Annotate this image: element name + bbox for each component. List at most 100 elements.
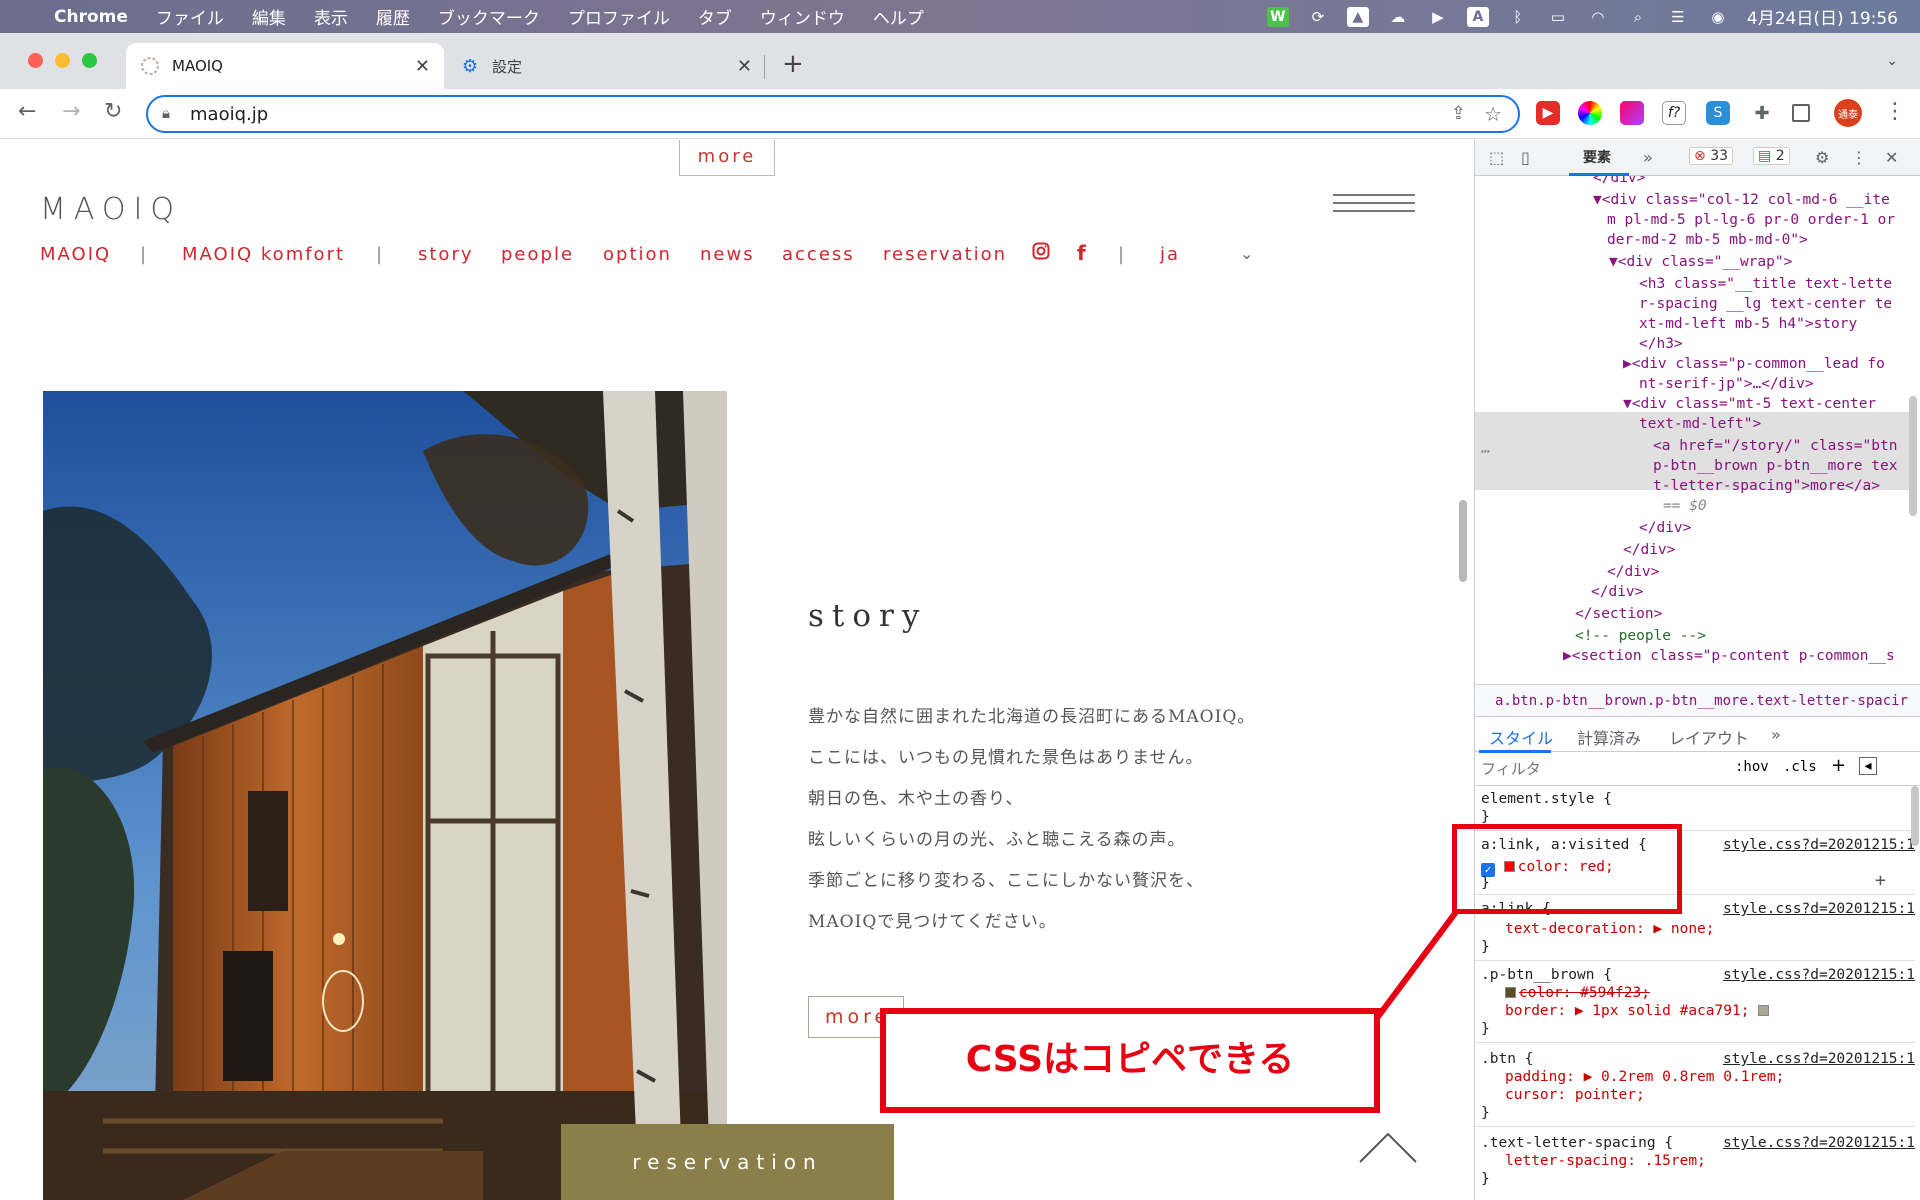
- nav-reservation[interactable]: reservation: [883, 244, 1007, 265]
- rule-source-link[interactable]: style.css?d=20201215:1: [1723, 1050, 1915, 1069]
- element-breadcrumb[interactable]: a.btn.p-btn__brown.p-btn__more.text-lett…: [1475, 684, 1920, 716]
- sync-icon[interactable]: ⟳: [1307, 7, 1329, 27]
- menu-profiles[interactable]: プロファイル: [568, 4, 670, 29]
- nav-story[interactable]: story: [418, 244, 474, 265]
- gradient-extension-icon[interactable]: [1620, 101, 1644, 125]
- color-swatch[interactable]: [1505, 987, 1516, 998]
- dom-line[interactable]: ▼<div class="__wrap">: [1609, 252, 1792, 272]
- menu-chrome[interactable]: Chrome: [54, 7, 128, 27]
- declaration-text[interactable]: cursor: pointer;: [1505, 1086, 1645, 1105]
- side-panel-icon[interactable]: [1792, 104, 1810, 122]
- settings-gear-icon[interactable]: ⚙: [1815, 148, 1829, 167]
- declaration-text[interactable]: border: ▶ 1px solid #aca791;: [1505, 1003, 1749, 1019]
- dom-line[interactable]: ▼<div class="mt-5 text-center: [1623, 394, 1876, 414]
- menu-view[interactable]: 表示: [314, 4, 348, 29]
- styles-scrollbar[interactable]: [1911, 786, 1919, 846]
- menu-file[interactable]: ファイル: [156, 4, 224, 29]
- rule-source-link[interactable]: style.css?d=20201215:1: [1723, 836, 1915, 855]
- color-picker-extension-icon[interactable]: [1578, 101, 1602, 125]
- add-declaration-plus-icon[interactable]: +: [1875, 870, 1886, 891]
- message-count-badge[interactable]: ▤ 2: [1753, 147, 1790, 165]
- nav-maoiq-komfort[interactable]: MAOIQ komfort: [182, 244, 345, 265]
- clock[interactable]: 4月24日(日) 19:56: [1747, 4, 1898, 29]
- dom-line[interactable]: t-letter-spacing">more</a>: [1653, 476, 1880, 496]
- chevron-down-icon[interactable]: ⌄: [1240, 244, 1255, 263]
- share-icon[interactable]: ⇪: [1451, 103, 1466, 124]
- dom-line[interactable]: m pl-md-5 pl-lg-6 pr-0 order-1 or: [1607, 210, 1895, 230]
- url-text[interactable]: maoiq.jp: [190, 104, 268, 125]
- menu-history[interactable]: 履歴: [376, 4, 410, 29]
- dom-line[interactable]: ▶<section class="p-content p-common__s: [1563, 646, 1895, 666]
- dom-line[interactable]: der-md-2 mb-5 mb-md-0">: [1607, 230, 1808, 250]
- menu-tab[interactable]: タブ: [698, 4, 732, 29]
- menu-help[interactable]: ヘルプ: [873, 4, 924, 29]
- input-source-icon[interactable]: A: [1466, 6, 1489, 27]
- nav-maoiq[interactable]: MAOIQ: [40, 244, 111, 265]
- tab-layout[interactable]: レイアウト: [1669, 725, 1749, 749]
- close-tab-icon[interactable]: ✕: [415, 56, 430, 77]
- chrome-menu-icon[interactable]: ⋮: [1884, 99, 1906, 124]
- drive-icon[interactable]: ▲: [1346, 6, 1369, 27]
- reservation-button[interactable]: reservation: [561, 1124, 894, 1200]
- zoom-window-button[interactable]: [82, 53, 97, 68]
- dom-line[interactable]: </div>: [1639, 518, 1691, 538]
- siri-icon[interactable]: ◉: [1707, 7, 1729, 27]
- class-toggle[interactable]: .cls: [1783, 759, 1817, 775]
- facebook-icon[interactable]: f: [1077, 241, 1088, 265]
- dom-line[interactable]: xt-md-left mb-5 h4">story: [1639, 314, 1857, 334]
- dom-line[interactable]: </div>: [1591, 582, 1643, 602]
- back-to-top-icon[interactable]: [1358, 1130, 1418, 1164]
- dom-line[interactable]: r-spacing __lg text-center te: [1639, 294, 1892, 314]
- hover-state-toggle[interactable]: :hov: [1735, 759, 1769, 775]
- extensions-puzzle-icon[interactable]: ✚: [1750, 101, 1774, 125]
- new-tab-button[interactable]: +: [782, 49, 804, 79]
- hamburger-menu-icon[interactable]: [1333, 194, 1415, 218]
- color-swatch[interactable]: [1758, 1005, 1770, 1016]
- declaration-text[interactable]: padding: ▶ 0.2rem 0.8rem 0.1rem;: [1505, 1068, 1784, 1087]
- site-logo[interactable]: MAOIQ: [40, 192, 182, 227]
- lock-icon[interactable]: 🔒︎: [162, 104, 170, 122]
- w-app-icon[interactable]: W: [1266, 6, 1289, 27]
- dom-line[interactable]: </div>: [1593, 176, 1645, 188]
- dom-line[interactable]: </h3>: [1639, 334, 1683, 354]
- bluetooth-icon[interactable]: ᛒ: [1507, 7, 1529, 27]
- rule-source-link[interactable]: style.css?d=20201215:1: [1723, 1134, 1915, 1153]
- more-tabs-icon[interactable]: »: [1643, 148, 1653, 167]
- rule-source-link[interactable]: style.css?d=20201215:1: [1723, 966, 1915, 985]
- menu-bookmarks[interactable]: ブックマーク: [438, 4, 540, 29]
- back-arrow-icon[interactable]: ←: [18, 99, 36, 124]
- dom-line[interactable]: p-btn__brown p-btn__more tex: [1653, 456, 1897, 476]
- nav-people[interactable]: people: [501, 244, 574, 265]
- toggle-sidebar-icon[interactable]: ◂: [1859, 757, 1877, 775]
- dom-line[interactable]: ▶<div class="p-common__lead fo: [1623, 354, 1885, 374]
- reload-icon[interactable]: ↻: [104, 99, 122, 124]
- tab-settings[interactable]: ⚙ 設定 ✕: [450, 43, 766, 89]
- tab-elements[interactable]: 要素: [1583, 147, 1611, 167]
- forward-arrow-icon[interactable]: →: [62, 99, 80, 124]
- dom-line[interactable]: nt-serif-jp">…</div>: [1639, 374, 1814, 394]
- bookmark-star-icon[interactable]: ☆: [1484, 102, 1502, 126]
- close-window-button[interactable]: [28, 53, 43, 68]
- close-devtools-icon[interactable]: ✕: [1885, 148, 1898, 167]
- dom-line[interactable]: </div>: [1607, 562, 1659, 582]
- menu-edit[interactable]: 編集: [252, 4, 286, 29]
- dom-line[interactable]: <h3 class="__title text-lette: [1639, 274, 1892, 294]
- youtube-extension-icon[interactable]: ▶: [1536, 101, 1560, 125]
- tab-computed[interactable]: 計算済み: [1577, 725, 1641, 749]
- minimize-window-button[interactable]: [55, 53, 70, 68]
- declaration-text[interactable]: color: #594f23;: [1519, 985, 1650, 1001]
- tab-search-chevron-icon[interactable]: ⌄: [1886, 53, 1898, 69]
- declaration-text[interactable]: text-decoration: ▶ none;: [1505, 920, 1715, 939]
- dom-line[interactable]: <a href="/story/" class="btn: [1653, 436, 1897, 456]
- screenshot-extension-icon[interactable]: S: [1706, 101, 1730, 125]
- close-tab-icon[interactable]: ✕: [737, 56, 752, 77]
- page-scrollbar[interactable]: [1459, 500, 1467, 582]
- dom-line[interactable]: </div>: [1623, 540, 1675, 560]
- address-bar[interactable]: 🔒︎ maoiq.jp ⇪ ☆: [146, 95, 1520, 133]
- declaration-text[interactable]: letter-spacing: .15rem;: [1505, 1152, 1706, 1171]
- device-toolbar-icon[interactable]: ▯: [1521, 148, 1530, 167]
- more-link-top[interactable]: more: [679, 140, 775, 176]
- new-rule-plus-icon[interactable]: +: [1831, 755, 1846, 776]
- nav-option[interactable]: option: [603, 244, 672, 265]
- dom-line[interactable]: text-md-left">: [1639, 414, 1761, 434]
